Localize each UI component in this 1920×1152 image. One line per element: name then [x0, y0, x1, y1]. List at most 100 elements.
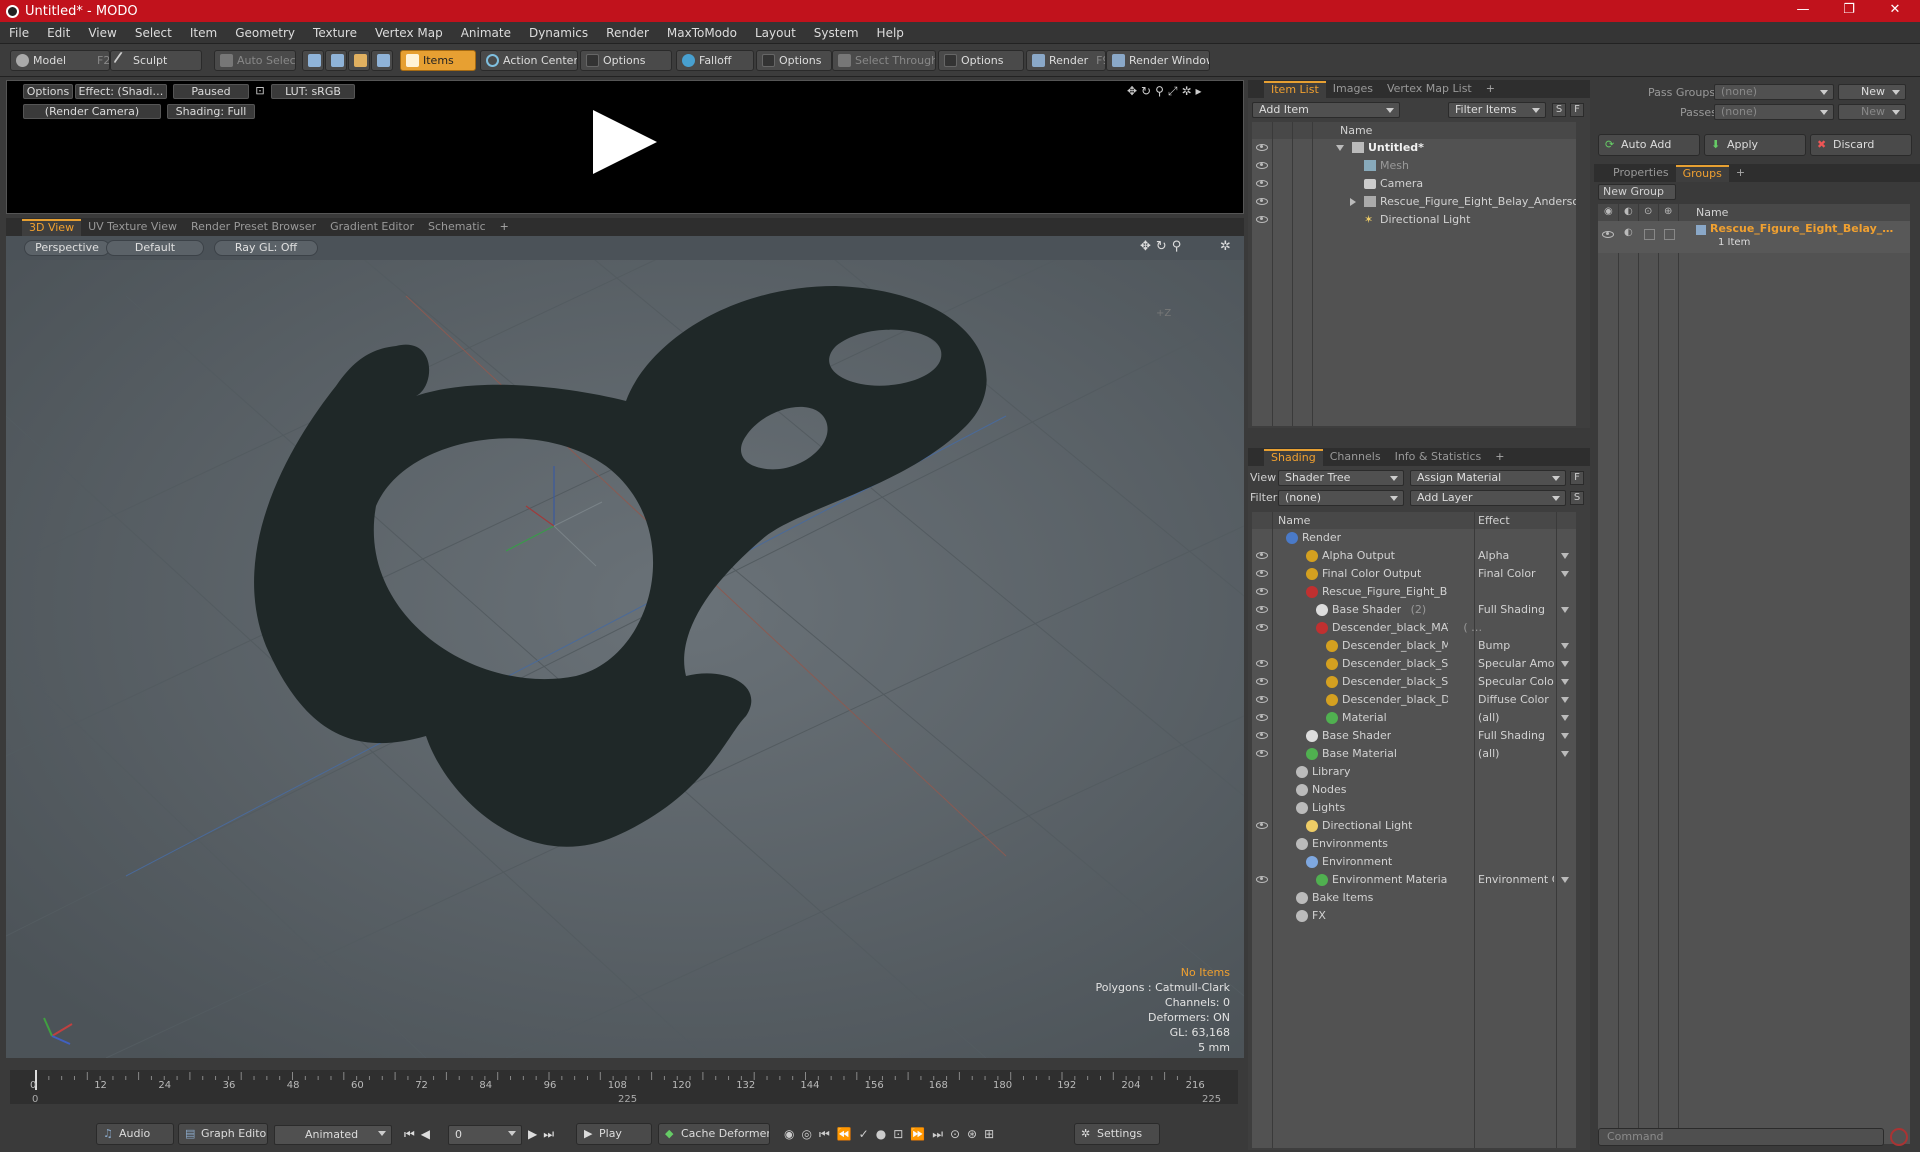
- action-center-button[interactable]: Action Center: [480, 50, 578, 71]
- effect-dropdown-arrow-icon[interactable]: [1561, 661, 1569, 667]
- passes-dropdown[interactable]: (none): [1714, 104, 1834, 120]
- visibility-eye-icon[interactable]: [1256, 570, 1268, 577]
- cache-deformers-button[interactable]: ◆ Cache Deformers: [658, 1123, 770, 1145]
- menu-system[interactable]: System: [805, 26, 868, 40]
- add-item-dropdown[interactable]: Add Item: [1252, 102, 1400, 118]
- perspective-dropdown[interactable]: Perspective: [24, 240, 110, 256]
- shader-tree-row[interactable]: Base Material (all): [1252, 745, 1576, 763]
- tab-vertex-map-list[interactable]: Vertex Map List: [1380, 81, 1479, 98]
- visibility-eye-icon[interactable]: [1256, 750, 1268, 757]
- default-style-dropdown[interactable]: Default: [106, 240, 204, 256]
- render-camera-dropdown[interactable]: (Render Camera): [23, 104, 161, 119]
- forward-controls[interactable]: ▶⏭: [528, 1127, 560, 1142]
- audio-button[interactable]: ♫ Audio: [96, 1123, 174, 1145]
- materials-mode-button[interactable]: [371, 50, 393, 71]
- shader-tree-row[interactable]: Descender_black_Spe… Specular Color: [1252, 673, 1576, 691]
- tree-row[interactable]: Rescue_Figure_Eight_Belay_Anderso …: [1252, 193, 1576, 211]
- visibility-eye-icon[interactable]: [1256, 198, 1268, 205]
- preview-options-button[interactable]: Options: [23, 84, 73, 99]
- assign-material-button[interactable]: Assign Material: [1410, 470, 1566, 486]
- shader-tree-row[interactable]: Base Shader Full Shading: [1252, 727, 1576, 745]
- filter-s-button[interactable]: S: [1552, 103, 1566, 117]
- shader-tree-row[interactable]: Descender_black_MA … Bump: [1252, 637, 1576, 655]
- shader-tree-row[interactable]: Final Color Output Final Color: [1252, 565, 1576, 583]
- render-window-button[interactable]: Render Window: [1106, 50, 1210, 71]
- key-controls[interactable]: ◉◎⏮⏪✓●⊡⏩⏭⊙⊛⊞: [784, 1127, 1001, 1142]
- close-button[interactable]: ✕: [1872, 0, 1918, 22]
- visibility-eye-icon[interactable]: [1256, 216, 1268, 223]
- select-through-button[interactable]: Select Through: [832, 50, 936, 71]
- sculpt-mode-button[interactable]: Sculpt: [110, 50, 202, 71]
- shader-tree-row[interactable]: Descender_black_Diff… Diffuse Color: [1252, 691, 1576, 709]
- tree-row[interactable]: ✶ Directional Light: [1252, 211, 1576, 229]
- ray-gl-toggle[interactable]: Ray GL: Off: [214, 240, 318, 256]
- shading-f-button[interactable]: F: [1570, 471, 1584, 485]
- add-tab-button[interactable]: +: [493, 219, 516, 236]
- shader-tree-row[interactable]: Descender_black_MAT ( …: [1252, 619, 1576, 637]
- model-mode-button[interactable]: Model F2: [10, 50, 110, 71]
- new-pass-group-button[interactable]: New: [1838, 84, 1906, 100]
- visibility-eye-icon[interactable]: [1256, 588, 1268, 595]
- graph-editor-button[interactable]: ▤ Graph Editor: [178, 1123, 268, 1145]
- layer-effect[interactable]: Specular Color: [1478, 673, 1554, 691]
- menu-layout[interactable]: Layout: [746, 26, 805, 40]
- effect-dropdown-arrow-icon[interactable]: [1561, 607, 1569, 613]
- layer-effect[interactable]: Full Shading: [1478, 727, 1554, 745]
- falloff-button[interactable]: Falloff: [676, 50, 754, 71]
- pass-groups-dropdown[interactable]: (none): [1714, 84, 1834, 100]
- menu-texture[interactable]: Texture: [304, 26, 366, 40]
- effect-dropdown-arrow-icon[interactable]: [1561, 733, 1569, 739]
- visibility-eye-icon[interactable]: [1256, 876, 1268, 883]
- shader-tree-row[interactable]: Environment Material Environment Color: [1252, 871, 1576, 889]
- filter-dropdown[interactable]: (none): [1278, 490, 1404, 506]
- visibility-eye-icon[interactable]: [1256, 822, 1268, 829]
- menu-help[interactable]: Help: [868, 26, 913, 40]
- layer-effect[interactable]: Specular Amount: [1478, 655, 1554, 673]
- visibility-eye-icon[interactable]: [1256, 714, 1268, 721]
- paused-toggle[interactable]: Paused: [173, 84, 249, 99]
- viewport-3d[interactable]: +Z No Items Polygons : Catmull-Clark Cha…: [6, 236, 1244, 1058]
- expand-arrow-icon[interactable]: [1336, 145, 1344, 151]
- select-through-options-button[interactable]: Options: [938, 50, 1024, 71]
- effect-dropdown-arrow-icon[interactable]: [1561, 571, 1569, 577]
- effect-dropdown-arrow-icon[interactable]: [1561, 679, 1569, 685]
- menu-edit[interactable]: Edit: [38, 26, 79, 40]
- render-button[interactable]: RenderF9: [1026, 50, 1106, 71]
- effect-dropdown-arrow-icon[interactable]: [1561, 751, 1569, 757]
- visibility-eye-icon[interactable]: [1256, 732, 1268, 739]
- auto-add-button[interactable]: ⟳ Auto Add: [1598, 134, 1700, 156]
- tab-groups[interactable]: Groups: [1675, 165, 1729, 182]
- effect-dropdown-arrow-icon[interactable]: [1561, 553, 1569, 559]
- apply-button[interactable]: ⬇ Apply: [1704, 134, 1806, 156]
- menu-select[interactable]: Select: [126, 26, 181, 40]
- auto-select-button[interactable]: Auto Select: [214, 50, 296, 71]
- visibility-eye-icon[interactable]: [1602, 231, 1614, 238]
- vertices-mode-button[interactable]: [302, 50, 324, 71]
- menu-file[interactable]: File: [0, 26, 38, 40]
- tab-info-statistics[interactable]: Info & Statistics: [1388, 449, 1489, 466]
- new-pass-button[interactable]: New: [1838, 104, 1906, 120]
- timeline[interactable]: 0 12 24 36 48 60 72 84 96 108 120 132 144 156 168 180 19…: [6, 1068, 1244, 1108]
- tab-properties[interactable]: Properties: [1606, 165, 1676, 182]
- restore-button[interactable]: ❐: [1826, 0, 1872, 22]
- tree-row[interactable]: Mesh: [1252, 157, 1576, 175]
- effect-dropdown-arrow-icon[interactable]: [1561, 877, 1569, 883]
- collapse-arrow-icon[interactable]: [1350, 198, 1356, 206]
- render-preview[interactable]: Options Effect: (Shadi… Paused ⊡ LUT: sR…: [6, 80, 1244, 214]
- filter-items-input[interactable]: Filter Items: [1448, 102, 1546, 118]
- play-icon[interactable]: [593, 110, 657, 174]
- shader-tree-row[interactable]: Material (all): [1252, 709, 1576, 727]
- layer-effect[interactable]: Diffuse Color: [1478, 691, 1554, 709]
- shader-tree-row[interactable]: Base Shader (2) Full Shading: [1252, 601, 1576, 619]
- shader-tree-row[interactable]: FX: [1252, 907, 1576, 925]
- command-record-icon[interactable]: [1890, 1128, 1908, 1146]
- menu-render[interactable]: Render: [597, 26, 658, 40]
- shader-tree-row[interactable]: Alpha Output Alpha: [1252, 547, 1576, 565]
- visibility-eye-icon[interactable]: [1256, 552, 1268, 559]
- menu-item[interactable]: Item: [181, 26, 226, 40]
- lock-toggle-icon[interactable]: [1644, 229, 1655, 240]
- minimize-button[interactable]: —: [1780, 0, 1826, 22]
- select-toggle-icon[interactable]: [1664, 229, 1675, 240]
- add-layer-dropdown[interactable]: Add Layer: [1410, 490, 1566, 506]
- tab-item-list[interactable]: Item List: [1264, 81, 1326, 98]
